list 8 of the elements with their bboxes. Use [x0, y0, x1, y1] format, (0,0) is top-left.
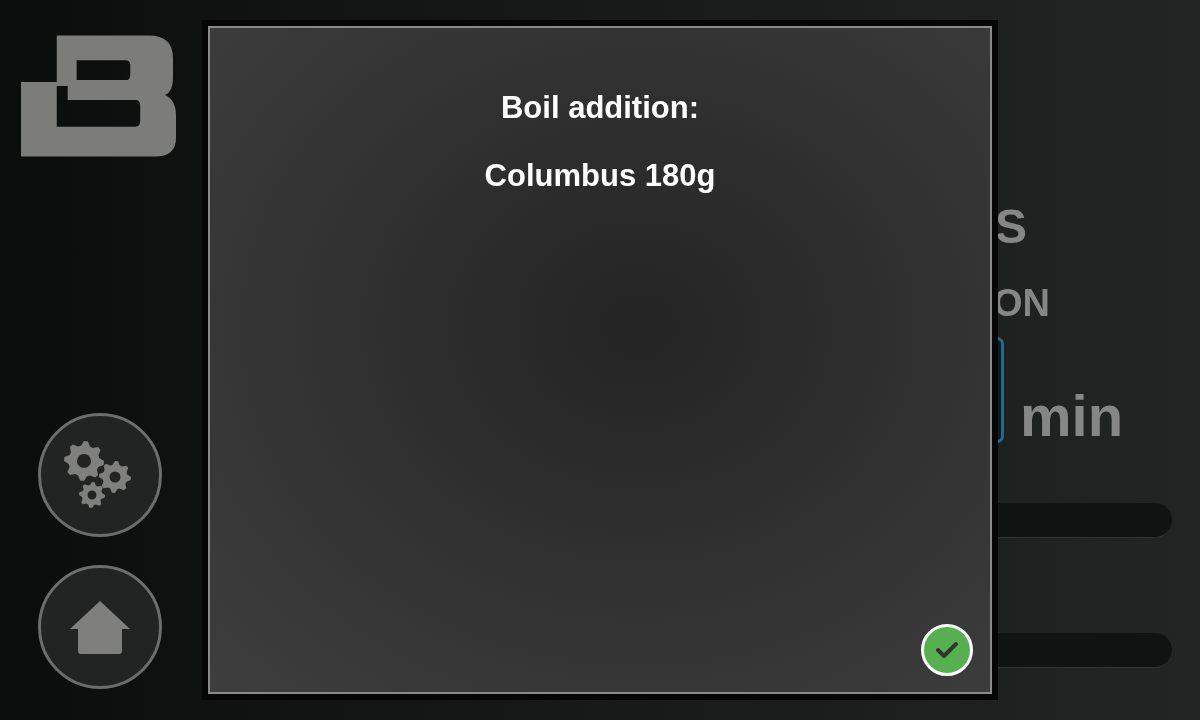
confirm-button[interactable] — [921, 624, 973, 676]
checkmark-icon — [935, 641, 959, 659]
unit-label: min — [1020, 391, 1124, 441]
logo-icon — [20, 34, 176, 158]
home-icon — [69, 599, 131, 655]
message-text: Columbus 180g — [484, 158, 716, 194]
screen-heading: S — [995, 203, 1027, 251]
message-text: Boil addition: — [501, 90, 699, 126]
